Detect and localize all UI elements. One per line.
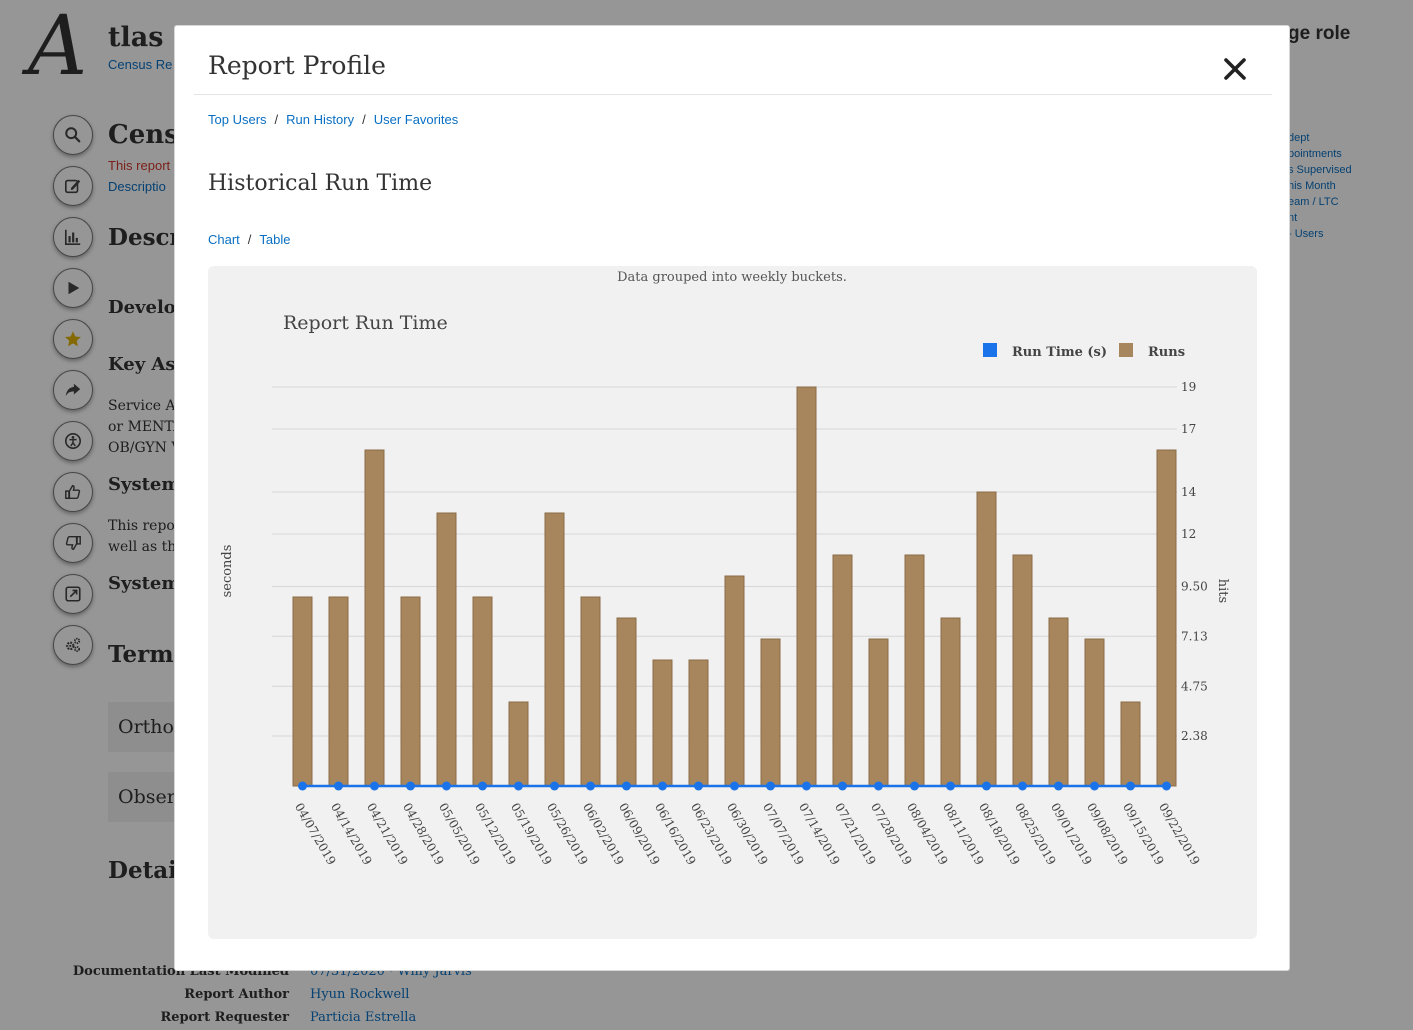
chart-bar (904, 554, 925, 787)
right-axis-tick-label: 14 (1181, 485, 1197, 499)
chart-bar (1120, 701, 1141, 787)
right-axis-tick-label: 9.50 (1181, 580, 1208, 594)
chart-bar (292, 596, 313, 787)
chart-bar (508, 701, 529, 787)
section-title: Historical Run Time (208, 171, 433, 196)
run-time-point (802, 781, 811, 791)
close-button[interactable] (1222, 56, 1248, 82)
run-time-point (730, 781, 739, 791)
right-axis-tick-label: 7.13 (1181, 629, 1208, 643)
run-time-point (910, 781, 919, 791)
chart-bar (616, 617, 637, 787)
run-time-point (1126, 781, 1135, 791)
nav-user-favorites[interactable]: User Favorites (374, 112, 459, 127)
chart-bar (976, 491, 997, 787)
chart-bar (688, 659, 709, 787)
chart-bar (580, 596, 601, 787)
legend-swatch-run-time (983, 343, 997, 357)
chart-bar (760, 638, 781, 787)
chart-panel: Data grouped into weekly buckets. Report … (208, 266, 1257, 939)
tab-table[interactable]: Table (259, 232, 290, 247)
tab-chart[interactable]: Chart (208, 232, 240, 247)
modal-divider (194, 94, 1272, 95)
run-time-point (370, 781, 379, 791)
nav-separator: / (362, 112, 366, 127)
run-time-point (1054, 781, 1063, 791)
chart-bar (1048, 617, 1069, 787)
right-axis-tick-label: 2.38 (1181, 729, 1208, 743)
chart-bar (544, 512, 565, 787)
run-time-point (694, 781, 703, 791)
run-time-point (1090, 781, 1099, 791)
run-time-point (658, 781, 667, 791)
nav-top-users[interactable]: Top Users (208, 112, 267, 127)
run-time-point (874, 781, 883, 791)
report-profile-modal: Report Profile Top Users / Run History / Use… (174, 25, 1290, 971)
legend-swatch-runs (1119, 343, 1133, 357)
nav-run-history[interactable]: Run History (286, 112, 354, 127)
chart-title: Report Run Time (283, 312, 448, 334)
run-time-point (442, 781, 451, 791)
chart-bar (940, 617, 961, 787)
run-time-point (550, 781, 559, 791)
chart-bar (328, 596, 349, 787)
run-time-point (478, 781, 487, 791)
run-time-chart: Data grouped into weekly buckets. Report … (220, 270, 1230, 867)
nav-separator: / (274, 112, 279, 127)
chart-bar (364, 449, 385, 787)
modal-title: Report Profile (208, 51, 386, 80)
right-axis-title: hits (1215, 579, 1230, 603)
chart-bar (796, 386, 817, 787)
run-time-point (622, 781, 631, 791)
run-time-point (586, 781, 595, 791)
chart-bar (1012, 554, 1033, 787)
report-profile-nav: Top Users / Run History / User Favorites (208, 112, 458, 127)
chart-bar (652, 659, 673, 787)
view-toggle: Chart / Table (208, 232, 291, 247)
right-axis-tick-label: 17 (1181, 422, 1196, 436)
run-time-point (1162, 781, 1171, 791)
run-time-point (838, 781, 847, 791)
run-time-point (406, 781, 415, 791)
tab-separator: / (247, 232, 252, 247)
run-time-point (334, 781, 343, 791)
legend-label-runs: Runs (1148, 345, 1185, 360)
right-axis-tick-label: 19 (1181, 380, 1196, 394)
left-axis-title: seconds (220, 545, 235, 598)
chart-bar (832, 554, 853, 787)
run-time-point (298, 781, 307, 791)
close-icon (1224, 58, 1246, 80)
chart-bar (724, 575, 745, 787)
chart-bar (1156, 449, 1177, 787)
run-time-point (766, 781, 775, 791)
right-axis-tick-label: 12 (1181, 527, 1196, 541)
chart-bar (868, 638, 889, 787)
run-time-point (982, 781, 991, 791)
right-axis-tick-label: 4.75 (1181, 679, 1208, 693)
run-time-point (946, 781, 955, 791)
chart-bar (436, 512, 457, 787)
chart-bar (400, 596, 421, 787)
chart-note: Data grouped into weekly buckets. (617, 270, 847, 285)
chart-bar (1084, 638, 1105, 787)
chart-bar (472, 596, 493, 787)
run-time-point (1018, 781, 1027, 791)
legend-label-run-time: Run Time (s) (1012, 345, 1107, 360)
run-time-point (514, 781, 523, 791)
